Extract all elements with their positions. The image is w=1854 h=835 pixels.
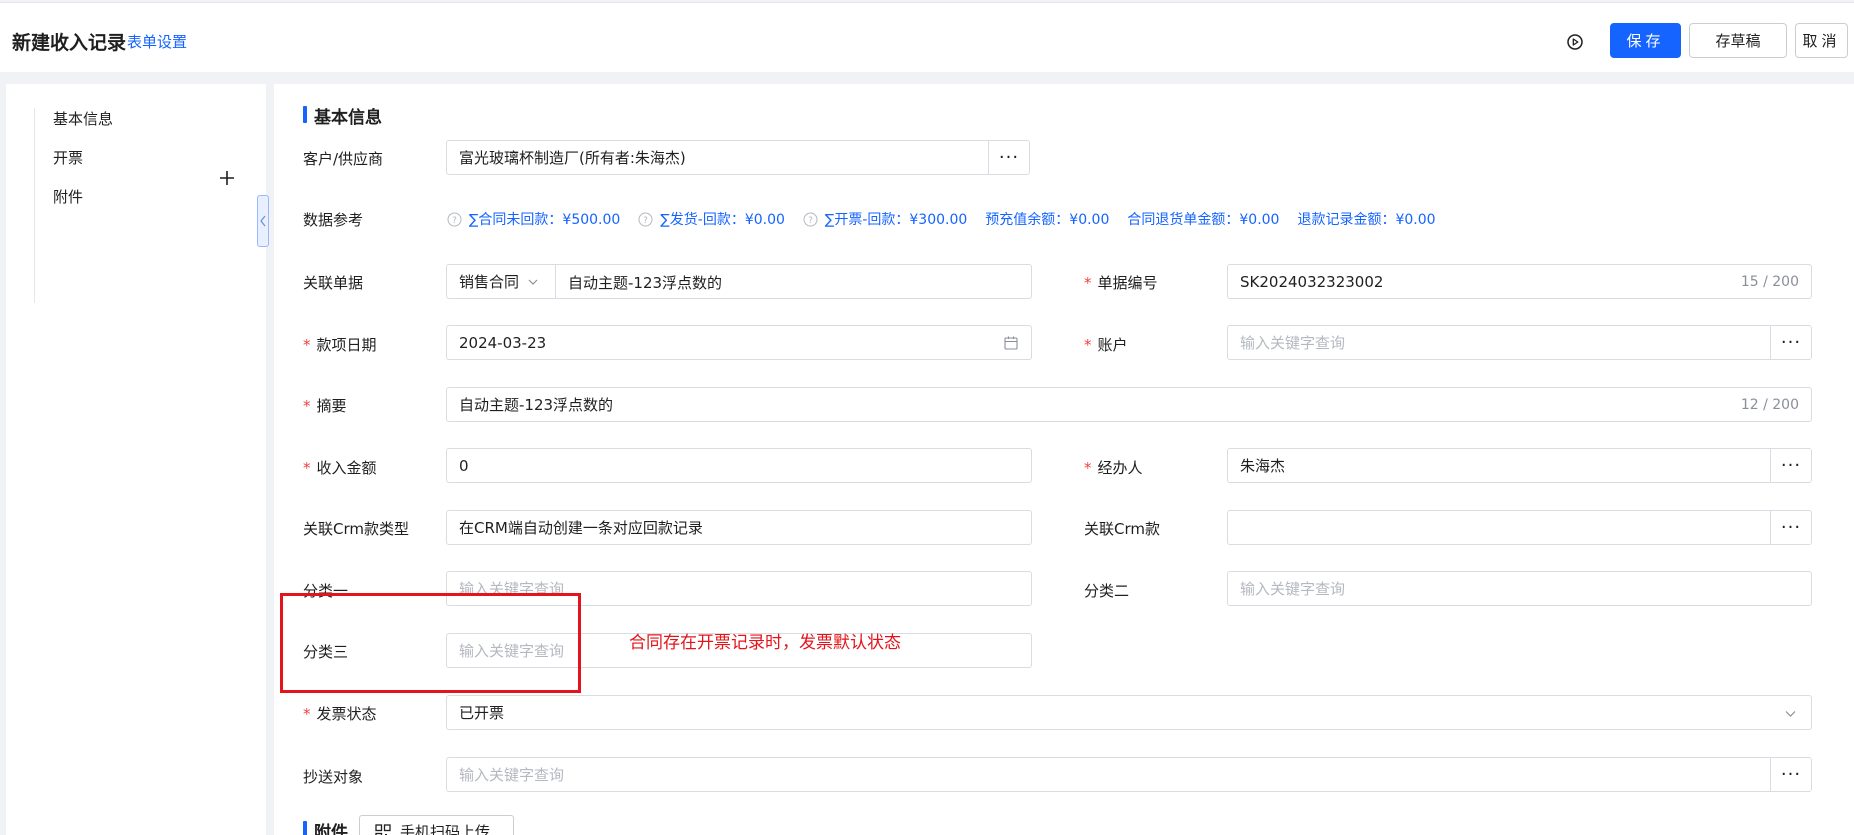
account-more-button[interactable]: ··· (1770, 326, 1811, 359)
crm-input[interactable]: ··· (1227, 510, 1812, 545)
ref-contract-return-amount: 合同退货单金额：¥0.00 (1127, 212, 1280, 228)
crm-type-input[interactable]: 在CRM端自动创建一条对应回款记录 (446, 510, 1032, 545)
data-reference-row: ? ∑合同未回款：¥500.00 ? ∑发货-回款：¥0.00 ? ∑开票-回款… (447, 209, 1454, 229)
plus-icon[interactable] (219, 170, 235, 186)
help-icon[interactable]: ? (447, 212, 462, 227)
cc-more-button[interactable]: ··· (1770, 758, 1811, 791)
amount-label: * 收入金额 (303, 459, 377, 477)
category3-label: 分类三 (303, 643, 349, 661)
category2-input[interactable]: 输入关键字查询 (1227, 571, 1812, 606)
scan-upload-button[interactable]: 手机扫码上传 (359, 815, 514, 835)
form-settings-link[interactable]: 表单设置 (127, 31, 187, 52)
chevron-down-icon (1785, 711, 1796, 717)
ref-shipped-minus-paid: ? ∑发货-回款：¥0.00 (638, 209, 785, 229)
help-icon[interactable]: ? (638, 212, 653, 227)
customer-label: 客户/供应商 (303, 150, 384, 168)
doc-no-count: 15 / 200 (1740, 274, 1799, 290)
cancel-button[interactable]: 取消 (1795, 23, 1848, 58)
chevron-left-icon (260, 215, 266, 227)
handler-label: * 经办人 (1084, 459, 1143, 477)
ref-contract-unpaid: ? ∑合同未回款：¥500.00 (447, 209, 620, 229)
doc-no-label: * 单据编号 (1084, 274, 1158, 292)
date-picker[interactable]: 2024-03-23 (446, 325, 1032, 360)
summary-label: * 摘要 (303, 397, 347, 415)
summary-count: 12 / 200 (1740, 397, 1799, 413)
qr-code-icon (375, 823, 391, 835)
customer-more-button[interactable]: ··· (988, 141, 1029, 174)
save-draft-button[interactable]: 存草稿 (1689, 23, 1787, 58)
handler-input[interactable]: 朱海杰 ··· (1227, 448, 1812, 483)
amount-input[interactable]: 0 (446, 448, 1032, 483)
invoice-status-label: * 发票状态 (303, 705, 377, 723)
section-title-attachment: 附件 (303, 818, 348, 835)
related-doc-type-select[interactable]: 销售合同 (447, 265, 556, 298)
top-bar: 新建收入记录 表单设置 保存 存草稿 取消 (0, 2, 1854, 72)
ref-prepaid-balance: 预充值余额：¥0.00 (985, 212, 1110, 228)
side-nav: 基本信息 开票 附件 (34, 108, 249, 303)
help-icon[interactable]: ? (803, 212, 818, 227)
account-label: * 账户 (1084, 336, 1128, 354)
ref-invoiced-minus-paid: ? ∑开票-回款：¥300.00 (803, 209, 967, 229)
data-reference-label: 数据参考 (303, 211, 364, 229)
customer-value: 富光玻璃杯制造厂(所有者:朱海杰) (459, 149, 686, 167)
nav-item-attachment[interactable]: 附件 (53, 186, 83, 207)
svg-text:?: ? (643, 216, 648, 226)
category2-label: 分类二 (1084, 582, 1130, 600)
play-icon[interactable] (1564, 31, 1586, 53)
crm-more-button[interactable]: ··· (1770, 511, 1811, 544)
related-doc-field: 销售合同 自动主题-123浮点数的 (446, 264, 1032, 299)
category1-input[interactable]: 输入关键字查询 (446, 571, 1032, 606)
collapse-sidebar-button[interactable] (257, 195, 269, 247)
svg-text:?: ? (452, 216, 457, 226)
svg-text:?: ? (808, 216, 813, 226)
nav-item-invoice[interactable]: 开票 (53, 147, 83, 168)
invoice-status-select[interactable]: 已开票 (446, 695, 1812, 730)
category1-label: 分类一 (303, 582, 349, 600)
crm-type-label: 关联Crm款类型 (303, 520, 409, 538)
ref-refund-amount: 退款记录金额：¥0.00 (1297, 212, 1436, 228)
related-doc-value[interactable]: 自动主题-123浮点数的 (568, 272, 722, 293)
crm-label: 关联Crm款 (1084, 520, 1160, 538)
summary-input[interactable]: 自动主题-123浮点数的 12 / 200 (446, 387, 1812, 422)
account-input[interactable]: 输入关键字查询 ··· (1227, 325, 1812, 360)
handler-more-button[interactable]: ··· (1770, 449, 1811, 482)
date-label: * 款项日期 (303, 336, 377, 354)
section-title-basic-info: 基本信息 (303, 103, 382, 128)
annotation-text: 合同存在开票记录时，发票默认状态 (629, 633, 901, 653)
related-doc-label: 关联单据 (303, 274, 364, 292)
save-button[interactable]: 保存 (1610, 23, 1681, 58)
cc-input[interactable]: 输入关键字查询 ··· (446, 757, 1812, 792)
doc-no-input[interactable]: SK2024032323002 15 / 200 (1227, 264, 1812, 299)
page-title: 新建收入记录 (12, 32, 127, 54)
nav-item-basic-info[interactable]: 基本信息 (53, 108, 113, 129)
cc-label: 抄送对象 (303, 768, 364, 786)
calendar-icon[interactable] (1003, 335, 1019, 351)
customer-field[interactable]: 富光玻璃杯制造厂(所有者:朱海杰) ··· (446, 140, 1030, 175)
chevron-down-icon (528, 279, 538, 285)
